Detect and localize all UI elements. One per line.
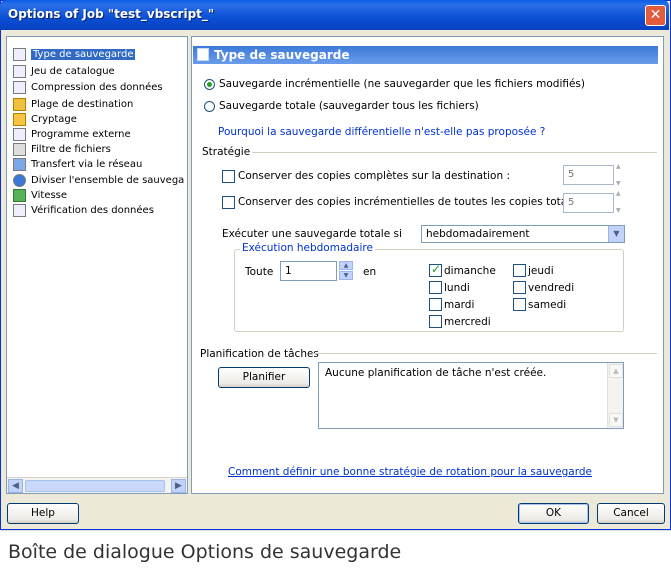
tree-item-type-de-sauvegarde[interactable]: Type de sauvegarde — [13, 47, 136, 61]
keep-full-label: Conserver des copies complètes sur la de… — [238, 170, 510, 182]
day-dimanche-checkbox[interactable] — [429, 262, 442, 277]
compress-icon — [13, 80, 26, 94]
doc-icon — [197, 48, 209, 61]
program-icon — [13, 127, 26, 141]
tree-item-cryptage[interactable]: Cryptage — [13, 112, 77, 126]
tree-item-jeu-de-catalogue[interactable]: Jeu de catalogue — [13, 64, 115, 78]
figure-caption: Boîte de dialogue Options de sauvegarde — [8, 541, 402, 563]
chevron-up-icon: ▲ — [343, 262, 349, 269]
day-mardi-label: mardi — [444, 299, 475, 311]
filter-icon — [13, 142, 26, 156]
day-mercredi-label: mercredi — [444, 316, 491, 328]
day-samedi-checkbox[interactable] — [513, 298, 526, 311]
tree-item-diviser[interactable]: Diviser l'ensemble de sauvega — [13, 173, 184, 187]
help-button[interactable]: Help — [7, 503, 79, 524]
planning-text: Aucune planification de tâche n'est créé… — [325, 367, 547, 379]
run-full-value: hebdomadairement — [426, 228, 530, 240]
why-differential-link[interactable]: Pourquoi la sauvegarde différentielle n'… — [218, 126, 545, 138]
day-jeudi-checkbox[interactable] — [513, 264, 526, 277]
planning-scrollbar[interactable]: ▲ ▼ — [607, 363, 623, 428]
day-lundi-checkbox[interactable] — [429, 281, 442, 294]
weekly-title: Exécution hebdomadaire — [240, 242, 375, 254]
in-label: en — [363, 266, 377, 278]
chevron-left-icon: ◀ — [12, 481, 19, 491]
planning-divider — [312, 353, 657, 354]
spin-up-hint: ▲ — [616, 163, 621, 170]
keep-incremental-input[interactable]: 5 — [563, 193, 614, 213]
doc-icon — [13, 47, 26, 61]
keep-incremental-label: Conserver des copies incrémentielles de … — [238, 196, 589, 208]
rotation-strategy-link[interactable]: Comment définir une bonne stratégie de r… — [228, 466, 592, 478]
spin-down-hint-2: ▼ — [616, 207, 621, 214]
strategy-divider — [252, 152, 657, 153]
planning-textarea[interactable]: Aucune planification de tâche n'est créé… — [318, 362, 624, 429]
tree-item-vitesse[interactable]: Vitesse — [13, 188, 67, 202]
day-dimanche-label: dimanche — [444, 265, 496, 277]
tree-horizontal-scrollbar[interactable]: ◀ ▶ — [7, 477, 187, 493]
cancel-button[interactable]: Cancel — [597, 503, 665, 524]
radio-incremental-label[interactable]: Sauvegarde incrémentielle (ne sauvegarde… — [219, 78, 585, 90]
day-mardi-checkbox[interactable] — [429, 298, 442, 311]
day-vendredi-label: vendredi — [528, 282, 575, 294]
folder-icon — [13, 97, 26, 111]
tree-item-programme-externe[interactable]: Programme externe — [13, 127, 131, 141]
scroll-right-button[interactable]: ▶ — [171, 479, 186, 493]
day-vendredi-checkbox[interactable] — [513, 281, 526, 294]
tree-item-plage-destination[interactable]: Plage de destination — [13, 97, 133, 111]
planifier-button[interactable]: Planifier — [218, 367, 310, 388]
every-input[interactable]: 1 — [280, 261, 337, 281]
verify-icon — [13, 203, 26, 217]
keep-full-checkbox[interactable] — [222, 170, 235, 183]
day-lundi-label: lundi — [444, 282, 470, 294]
keep-incremental-checkbox[interactable] — [222, 196, 235, 209]
tree-item-compression[interactable]: Compression des données — [13, 80, 163, 94]
title-bar[interactable]: Options of Job "test_vbscript_" ✕ — [0, 0, 669, 30]
run-full-select[interactable]: hebdomadairement ▼ — [421, 225, 625, 243]
speed-icon — [13, 188, 26, 202]
options-tree: Type de sauvegarde Jeu de catalogue Comp… — [6, 36, 188, 494]
spin-down-button[interactable]: ▼ — [339, 271, 353, 280]
chevron-down-icon[interactable]: ▼ — [608, 226, 624, 242]
tree-item-filtre-fichiers[interactable]: Filtre de fichiers — [13, 142, 111, 156]
day-jeudi-label: jeudi — [528, 265, 554, 277]
tree-item-transfert-reseau[interactable]: Transfert via le réseau — [13, 157, 142, 171]
scroll-left-button[interactable]: ◀ — [8, 479, 23, 493]
run-full-label: Exécuter une sauvegarde totale si — [222, 228, 402, 240]
lock-icon — [13, 112, 26, 126]
spin-up-hint-2: ▲ — [616, 190, 621, 197]
scroll-down-button[interactable]: ▼ — [609, 413, 623, 427]
spin-down-hint: ▼ — [616, 180, 621, 187]
scroll-up-button[interactable]: ▲ — [609, 364, 623, 378]
radio-full[interactable] — [204, 101, 215, 112]
panel-title: Type de sauvegarde — [214, 48, 350, 62]
close-icon: ✕ — [649, 7, 662, 23]
chevron-down-icon: ▼ — [343, 272, 349, 279]
window-title: Options of Job "test_vbscript_" — [8, 7, 215, 21]
radio-incremental[interactable] — [204, 79, 215, 90]
radio-full-label[interactable]: Sauvegarde totale (sauvegarder tous les … — [219, 100, 479, 112]
close-button[interactable]: ✕ — [645, 5, 666, 26]
strategy-title: Stratégie — [202, 146, 251, 158]
chevron-right-icon: ▶ — [175, 481, 182, 491]
keep-full-input[interactable]: 5 — [563, 165, 614, 185]
tree-item-verification[interactable]: Vérification des données — [13, 203, 154, 217]
planning-title: Planification de tâches — [200, 348, 319, 360]
split-icon — [13, 173, 26, 187]
day-mercredi-checkbox[interactable] — [429, 315, 442, 328]
scroll-thumb[interactable] — [25, 480, 165, 492]
network-icon — [13, 157, 26, 171]
catalog-icon — [13, 64, 26, 78]
spin-up-button[interactable]: ▲ — [339, 261, 353, 270]
day-samedi-label: samedi — [528, 299, 567, 311]
every-label: Toute — [245, 266, 274, 278]
ok-button[interactable]: OK — [518, 503, 589, 524]
